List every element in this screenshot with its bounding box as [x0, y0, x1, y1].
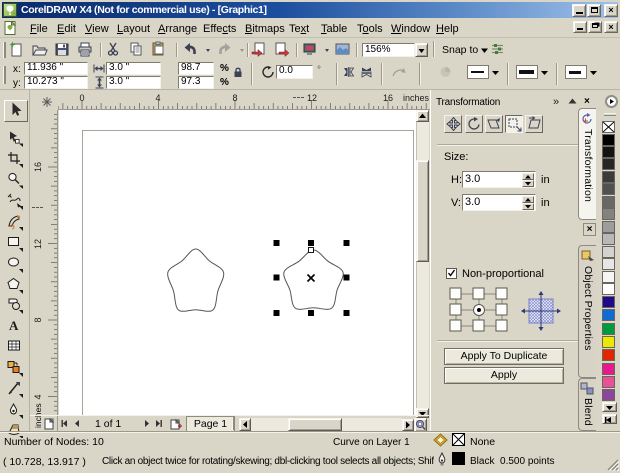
svg-text:A: A	[9, 318, 19, 333]
